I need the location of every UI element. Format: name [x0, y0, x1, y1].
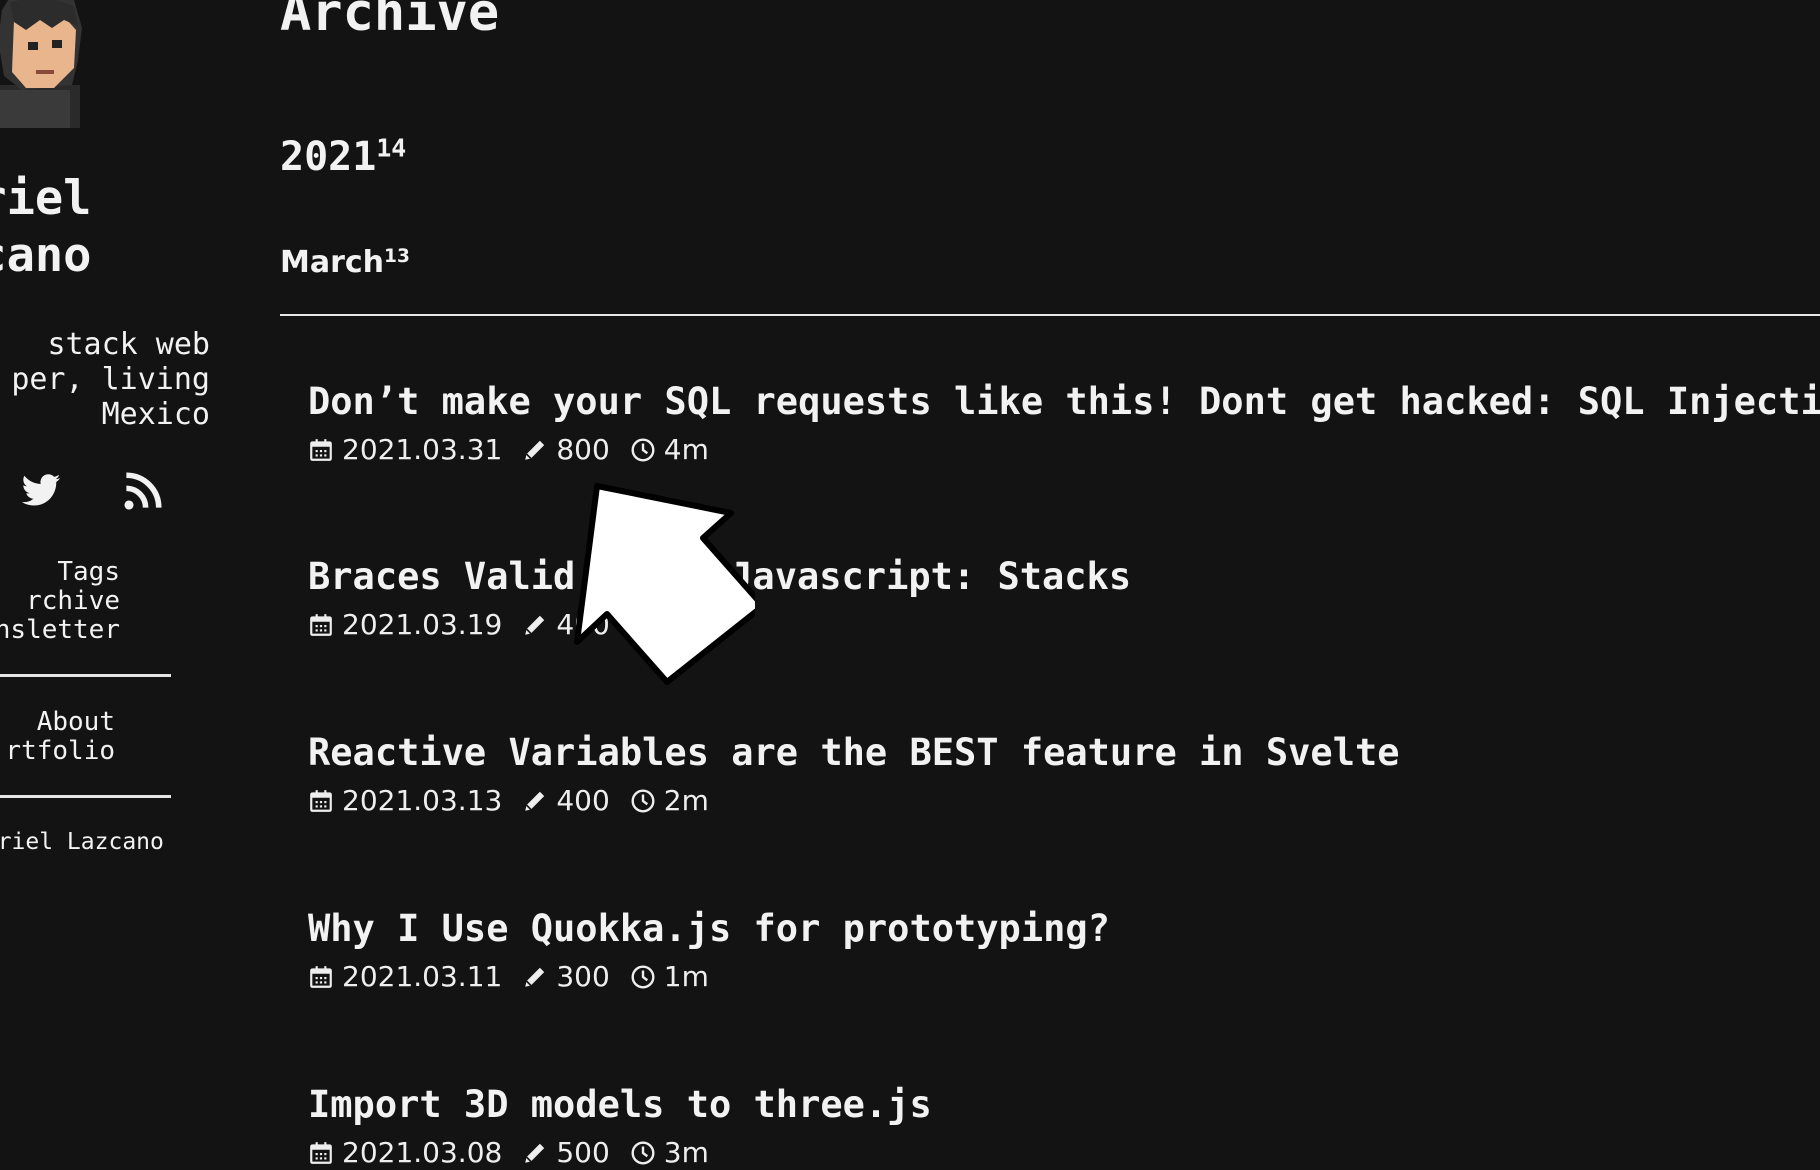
pencil-icon [525, 615, 545, 635]
post-date: 2021.03.13 [342, 784, 503, 817]
page-title: Archive [280, 0, 500, 43]
post-title-link[interactable]: Braces Valid th Javascript: Stacks [308, 555, 1818, 599]
post-date: 2021.03.08 [342, 1136, 503, 1169]
post-item: Don’t make your SQL requests like this! … [308, 380, 1820, 466]
calendar-icon [310, 1142, 332, 1164]
post-item: Import 3D models to three.js 2021.03.08 … [308, 1083, 1818, 1169]
clock-icon [631, 965, 655, 989]
nav-tags-link[interactable]: Tags [0, 558, 120, 587]
post-word-count: 400 [556, 784, 610, 817]
author-bio: stack web per, living Mexico [11, 327, 210, 432]
mouse-cursor-icon [574, 483, 755, 685]
clock-icon [631, 1141, 655, 1165]
sidebar-divider [0, 674, 171, 677]
calendar-icon [310, 966, 332, 988]
sidebar: briel zcano stack web per, living Mexico… [0, 0, 240, 1170]
sidebar-nav-secondary: About rtfolio [0, 708, 115, 766]
clock-icon [631, 789, 655, 813]
twitter-icon[interactable] [20, 470, 62, 512]
pencil-icon [525, 967, 545, 987]
post-date: 2021.03.31 [342, 433, 503, 466]
post-word-count: 800 [556, 433, 610, 466]
post-read-time: 1m [663, 960, 709, 993]
post-date: 2021.03.19 [342, 608, 503, 641]
calendar-icon [310, 439, 332, 461]
nav-about-link[interactable]: About [0, 708, 115, 737]
calendar-icon [310, 790, 332, 812]
sidebar-divider [0, 795, 171, 798]
post-read-time: 2m [663, 784, 709, 817]
pencil-icon [525, 791, 545, 811]
year-heading: 202114 [280, 133, 407, 180]
post-title-link[interactable]: Don’t make your SQL requests like this! … [308, 380, 1820, 424]
avatar[interactable] [0, 0, 92, 128]
calendar-icon [310, 614, 332, 636]
post-item: Reactive Variables are the BEST feature … [308, 731, 1818, 817]
post-meta: 2021.03.31 800 4m [308, 434, 1818, 466]
post-meta: 2021.03.08 500 3m [308, 1137, 1818, 1169]
month-heading: March13 [280, 245, 410, 280]
year-count: 14 [376, 133, 407, 163]
rss-icon[interactable] [122, 470, 164, 512]
pencil-icon [525, 440, 545, 460]
post-title-link[interactable]: Reactive Variables are the BEST feature … [308, 731, 1818, 775]
post-item: Why I Use Quokka.js for prototyping? 202… [308, 907, 1818, 993]
post-date: 2021.03.11 [342, 960, 503, 993]
post-title-link[interactable]: Import 3D models to three.js [308, 1083, 1818, 1127]
nav-newsletter-link[interactable]: nsletter [0, 616, 120, 645]
post-word-count: 300 [556, 960, 610, 993]
month-divider [280, 314, 1820, 316]
nav-archive-link[interactable]: rchive [0, 587, 120, 616]
post-word-count: 500 [556, 1136, 610, 1169]
nav-portfolio-link[interactable]: rtfolio [0, 737, 115, 766]
sidebar-nav-primary: Tags rchive nsletter [0, 558, 120, 645]
author-name[interactable]: briel zcano [0, 170, 91, 284]
copyright-text: abriel Lazcano [0, 829, 164, 855]
archive-main: Archive 202114 March13 Don’t make your S… [280, 0, 1820, 1170]
post-meta: 2021.03.11 300 1m [308, 961, 1818, 993]
post-meta: 2021.03.13 400 2m [308, 785, 1818, 817]
month-count: 13 [384, 245, 410, 267]
post-title-link[interactable]: Why I Use Quokka.js for prototyping? [308, 907, 1818, 951]
post-meta: 2021.03.19 400 [308, 609, 1818, 641]
post-item: Braces Valid th Javascript: Stacks 2021.0… [308, 555, 1818, 641]
pencil-icon [525, 1143, 545, 1163]
post-read-time: 4m [663, 433, 709, 466]
clock-icon [631, 438, 655, 462]
post-read-time: 3m [663, 1136, 709, 1169]
